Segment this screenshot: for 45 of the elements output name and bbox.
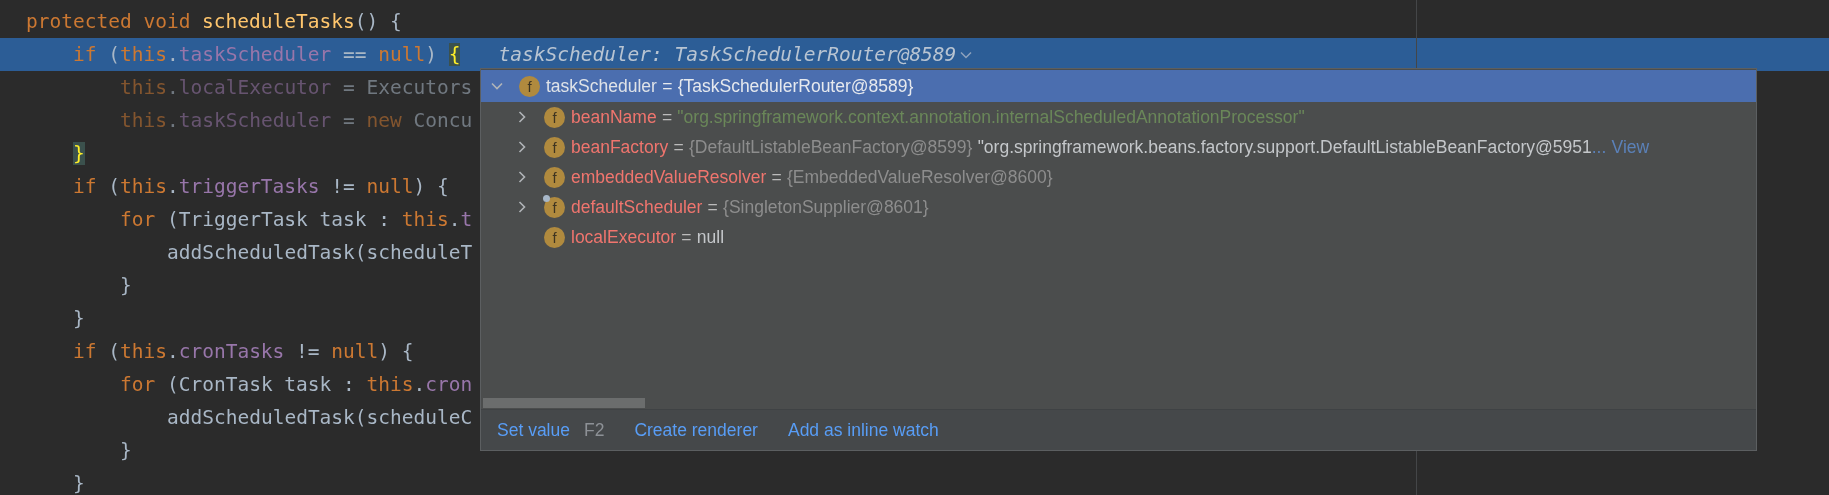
code-line: this.taskScheduler = new Concu [120, 109, 473, 132]
variable-text: defaultScheduler = {SingletonSupplier@8601} [571, 196, 930, 218]
chevron-right-icon[interactable] [516, 201, 528, 213]
code-line: addScheduledTask(scheduleC [167, 406, 473, 429]
shortcut-hint: F2 [583, 419, 605, 441]
field-icon: f [544, 136, 565, 158]
action-link[interactable]: Add as inline watch [787, 419, 939, 441]
code-line: for (CronTask task : this.cron [120, 373, 473, 396]
variable-row[interactable]: f beanName = "org.springframework.context.annotation.internalScheduledAnnotationProcessor" [481, 102, 1756, 132]
variable-row[interactable]: f localExecutor = null [481, 222, 1756, 252]
code-line: } [73, 307, 85, 330]
code-line: for (TriggerTask task : this.t [120, 208, 473, 231]
variable-text: beanFactory = {DefaultListableBeanFactory@8599} "org.springframework.beans.factory.support.DefaultListableBeanFactory@5951... View [571, 136, 1650, 158]
variable-text: localExecutor = null [571, 226, 725, 248]
code-line: if (this.triggerTasks != null) { [73, 175, 449, 198]
code-line: if (this.taskScheduler == null) { [73, 43, 461, 66]
inline-value-hint[interactable]: taskScheduler: TaskSchedulerRouter@8589 [498, 43, 957, 66]
code-line: addScheduledTask(scheduleT [167, 241, 473, 264]
variable-text: beanName = "org.springframework.context.annotation.internalScheduledAnnotationProcessor" [571, 106, 1305, 128]
variable-text: taskScheduler = {TaskSchedulerRouter@8589} [546, 75, 914, 97]
scrollbar-thumb[interactable] [483, 398, 645, 408]
variable-row[interactable]: f defaultScheduler = {SingletonSupplier@8601} [481, 192, 1756, 222]
code-line: protected void scheduleTasks() { [26, 10, 402, 33]
action-link[interactable]: Set value [497, 419, 570, 441]
variable-text: embeddedValueResolver = {EmbeddedValueResolver@8600} [571, 166, 1054, 188]
field-icon: f [544, 196, 565, 218]
code-line: if (this.cronTasks != null) { [73, 340, 414, 363]
chevron-right-icon[interactable] [516, 171, 528, 183]
chevron-right-icon[interactable] [516, 111, 528, 123]
chevron-down-icon[interactable] [960, 50, 973, 59]
field-icon: f [544, 106, 565, 128]
code-line: } [120, 439, 132, 462]
view-link[interactable]: View [1611, 136, 1650, 157]
variable-row[interactable]: f embeddedValueResolver = {EmbeddedValueResolver@8600} [481, 162, 1756, 192]
variable-row[interactable]: f beanFactory = {DefaultListableBeanFactory@8599} "org.springframework.beans.factory.support.DefaultListableBeanFactory@5951... View [481, 132, 1756, 162]
action-link[interactable]: Create renderer [634, 419, 758, 441]
field-icon: f [544, 166, 565, 188]
field-icon: f [519, 75, 540, 97]
field-icon: f [544, 226, 565, 248]
variable-row[interactable]: f taskScheduler = {TaskSchedulerRouter@8589} [481, 70, 1756, 102]
chevron-right-icon[interactable] [516, 141, 528, 153]
code-line: } [120, 274, 132, 297]
chevron-down-icon[interactable] [491, 80, 503, 92]
code-line: this.localExecutor = Executors [120, 76, 473, 99]
code-line: } [73, 472, 85, 495]
